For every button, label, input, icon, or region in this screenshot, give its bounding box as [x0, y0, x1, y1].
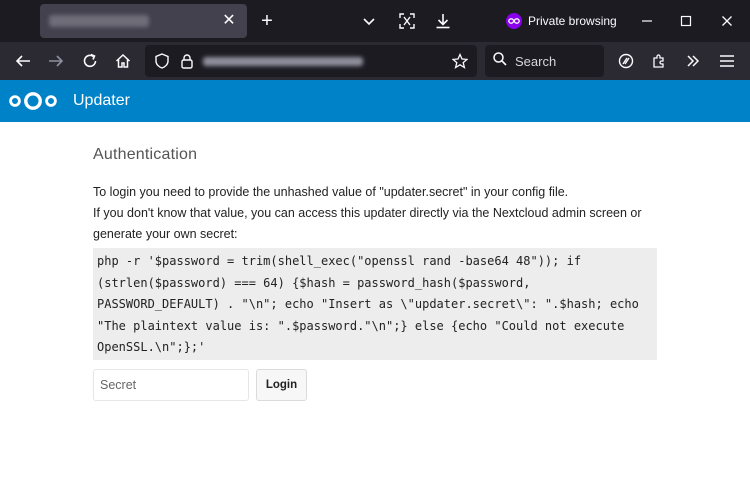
- search-box[interactable]: Search: [485, 45, 604, 77]
- login-instructions: To login you need to provide the unhashe…: [93, 185, 569, 199]
- close-window-icon[interactable]: [716, 10, 738, 32]
- maximize-icon[interactable]: [675, 10, 697, 32]
- url-text-redacted: [203, 57, 363, 66]
- browser-nav-bar: Search: [0, 42, 750, 80]
- nextcloud-logo-icon: [9, 92, 57, 110]
- download-icon[interactable]: [432, 10, 454, 32]
- login-button[interactable]: Login: [256, 369, 307, 401]
- lock-icon[interactable]: [176, 50, 198, 72]
- list-all-tabs-icon[interactable]: [358, 10, 380, 32]
- app-header: Updater: [0, 80, 750, 122]
- menu-icon[interactable]: [716, 50, 738, 72]
- auth-section: Authentication To login you need to prov…: [93, 146, 657, 401]
- new-tab-icon[interactable]: +: [256, 10, 278, 32]
- back-icon[interactable]: [12, 50, 34, 72]
- private-browsing-icon: [506, 13, 522, 29]
- page-title: Authentication: [93, 146, 198, 163]
- reload-icon[interactable]: [79, 50, 101, 72]
- browser-tab[interactable]: ✕: [40, 4, 247, 38]
- login-form: Login: [93, 369, 657, 401]
- browser-tab-strip: ✕ + Private browsing: [0, 0, 750, 42]
- secret-generation-command: php -r '$password = trim(shell_exec("ope…: [93, 248, 657, 360]
- screenshot-icon[interactable]: [396, 10, 418, 32]
- secret-input[interactable]: [93, 369, 249, 401]
- tab-close-icon[interactable]: ✕: [219, 11, 239, 31]
- secret-instructions: If you don't know that value, you can ac…: [93, 206, 642, 241]
- url-bar[interactable]: [145, 45, 477, 77]
- star-icon[interactable]: [449, 50, 471, 72]
- app-title: Updater: [73, 92, 130, 109]
- home-icon[interactable]: [112, 50, 134, 72]
- tab-title-redacted: [49, 15, 149, 27]
- overflow-icon[interactable]: [682, 50, 704, 72]
- forward-icon[interactable]: [45, 50, 67, 72]
- search-icon: [493, 51, 507, 71]
- shield-icon[interactable]: [151, 50, 173, 72]
- search-placeholder: Search: [515, 53, 557, 69]
- private-browsing-label: Private browsing: [528, 14, 617, 28]
- puzzle-icon[interactable]: [648, 50, 670, 72]
- private-browsing-indicator: Private browsing: [506, 11, 617, 31]
- extension-icon[interactable]: [615, 50, 637, 72]
- minimize-icon[interactable]: [636, 10, 658, 32]
